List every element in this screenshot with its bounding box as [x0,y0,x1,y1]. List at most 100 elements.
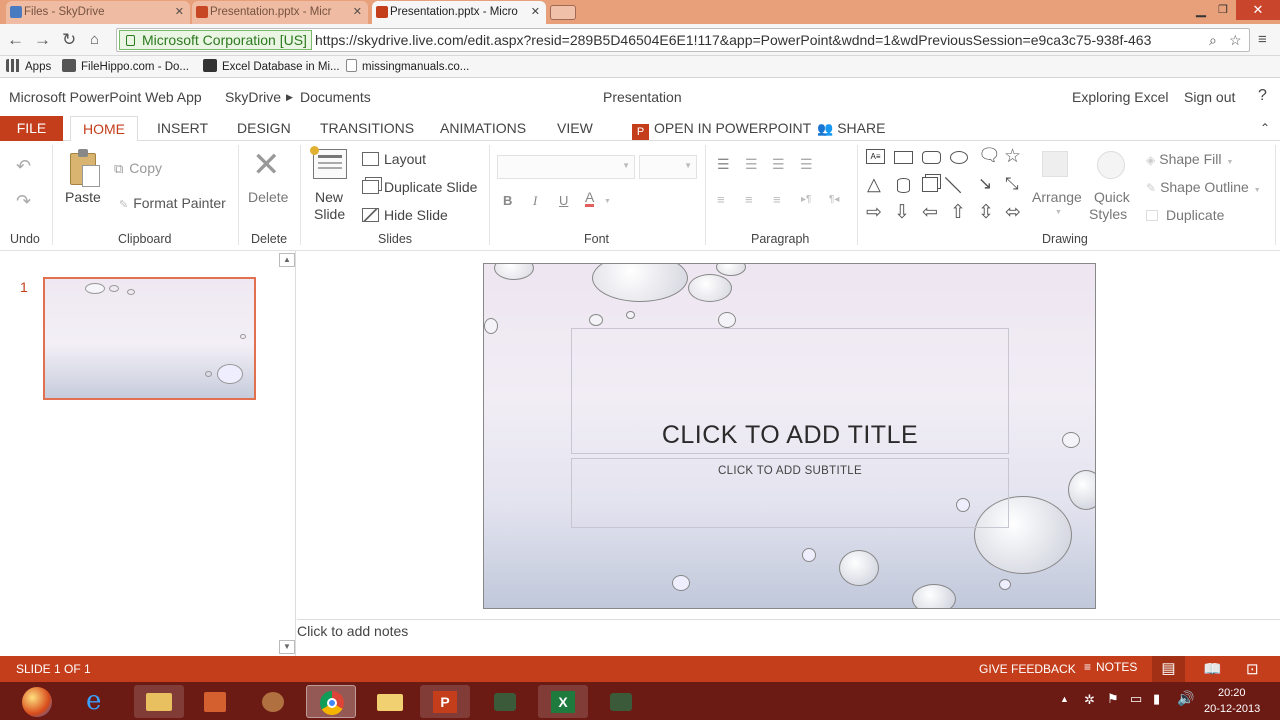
bookmark-missingmanuals[interactable]: missingmanuals.co... [346,59,469,73]
up-arrow-shape-icon[interactable]: ⇧ [950,201,966,224]
network-tray-icon[interactable]: ✲ [1084,692,1095,708]
chevron-down-icon[interactable]: ▼ [604,198,611,205]
underline-button[interactable]: U [559,193,568,208]
delete-x-icon[interactable]: ✕ [252,145,281,185]
down-arrow-shape-icon[interactable]: ⇩ [894,201,910,224]
bookmark-excel-database[interactable]: Excel Database in Mi... [203,59,340,73]
scroll-down-icon[interactable]: ▼ [279,640,295,654]
internet-explorer-icon[interactable]: e [86,686,101,716]
editing-view-icon[interactable]: ▤ [1152,656,1185,682]
slide-thumbnail[interactable] [43,277,256,400]
signal-tray-icon[interactable]: ▮ [1153,691,1160,707]
rounded-rectangle-shape-icon[interactable] [922,151,941,164]
arrange-icon[interactable] [1042,151,1068,177]
app-taskbar-icon[interactable] [190,685,240,718]
start-button-icon[interactable] [22,687,52,717]
minimize-icon[interactable]: ▁ [1196,2,1206,18]
oval-shape-icon[interactable] [950,151,968,164]
display-tray-icon[interactable]: ▭ [1130,691,1142,707]
home-icon[interactable]: ⌂ [90,31,99,48]
window-close-button[interactable]: ✕ [1236,0,1280,20]
cube-shape-icon[interactable] [922,177,938,192]
close-tab-icon[interactable]: ✕ [175,5,184,18]
slideshow-icon[interactable]: ⊡ [1246,660,1259,678]
bold-button[interactable]: B [503,193,512,208]
font-color-button[interactable]: A [585,190,595,207]
quick-styles-label-1[interactable]: Quick [1094,189,1130,205]
right-arrow-shape-icon[interactable]: ⇨ [866,201,882,224]
scroll-up-icon[interactable]: ▲ [279,253,295,267]
close-tab-icon[interactable]: ✕ [531,5,540,18]
copy-button[interactable]: ⧉ Copy [114,160,162,177]
decrease-indent-icon[interactable]: ☰ [772,156,785,173]
maximize-icon[interactable]: ❐ [1218,3,1228,16]
forward-icon[interactable]: → [34,30,51,50]
redo-icon[interactable]: ↷ [16,191,31,212]
duplicate-slide-button[interactable]: Duplicate Slide [362,179,477,195]
app-taskbar-icon[interactable] [596,685,646,718]
double-arrow-line-shape-icon[interactable]: ⤡ [1005,174,1019,194]
align-left-icon[interactable]: ≡ [717,192,725,207]
browser-tab[interactable]: Files - SkyDrive ✕ [6,1,190,24]
collapse-ribbon-icon[interactable]: ⌃ [1260,121,1270,135]
tab-file[interactable]: FILE [0,116,63,141]
left-arrow-shape-icon[interactable]: ⇦ [922,201,938,224]
bookmark-filehippo[interactable]: FileHippo.com - Do... [62,59,189,73]
reading-view-icon[interactable]: 📖 [1203,660,1222,678]
can-shape-icon[interactable] [897,178,910,193]
app-taskbar-icon[interactable] [480,685,530,718]
notes-toggle-button[interactable]: ≡ NOTES [1084,660,1137,674]
textbox-shape-icon[interactable]: A≡ [866,149,885,164]
shape-outline-button[interactable]: ✎ Shape Outline ▼ [1146,179,1261,195]
help-icon[interactable]: ? [1258,87,1267,105]
star-icon[interactable]: ☆ [1229,32,1242,49]
browser-tab-active[interactable]: Presentation.pptx - Micro ✕ [372,1,546,24]
slide[interactable]: CLICK TO ADD TITLE CLICK TO ADD SUBTITLE [483,263,1096,609]
left-right-arrow-shape-icon[interactable]: ⬄ [1005,201,1021,224]
rtl-icon[interactable]: ¶◂ [829,194,839,205]
callout-shape-icon[interactable]: 🗨 [978,145,1001,166]
new-slide-label-1[interactable]: New [315,189,343,205]
new-tab-button[interactable] [550,5,576,20]
hide-slide-button[interactable]: Hide Slide [362,207,448,223]
reload-icon[interactable]: ↻ [62,30,76,50]
bookmark-apps[interactable]: Apps [6,59,51,73]
close-tab-icon[interactable]: ✕ [353,5,362,18]
triangle-shape-icon[interactable]: △ [867,174,881,195]
powerpoint-taskbar-icon[interactable]: P [420,685,470,718]
share-button[interactable]: 👥 SHARE [817,120,885,137]
paste-button[interactable] [66,149,104,189]
format-painter-button[interactable]: ✎ Format Painter [119,195,226,211]
flag-tray-icon[interactable]: ⚑ [1107,691,1119,707]
search-icon[interactable]: ⌕ [1209,32,1217,49]
duplicate-shape-button[interactable]: Duplicate [1146,207,1224,223]
browser-tab[interactable]: Presentation.pptx - Micr ✕ [192,1,368,24]
new-slide-label-2[interactable]: Slide [314,206,345,222]
app-taskbar-icon[interactable] [248,685,298,718]
ltr-icon[interactable]: ▸¶ [801,194,811,205]
ev-certificate-badge[interactable]: Microsoft Corporation [US] [119,30,312,50]
new-slide-icon[interactable] [310,146,347,179]
title-placeholder[interactable]: CLICK TO ADD TITLE [571,328,1009,454]
tab-animations[interactable]: ANIMATIONS [440,120,526,136]
back-icon[interactable]: ← [7,30,24,50]
arrow-line-shape-icon[interactable]: ↘ [978,174,992,194]
star-shape-icon[interactable]: ☆ [1004,145,1021,168]
italic-button[interactable]: I [533,193,537,209]
explorer-taskbar-icon[interactable] [134,685,184,718]
document-title[interactable]: Presentation [603,89,682,105]
app-name[interactable]: Microsoft PowerPoint Web App [9,89,202,105]
layout-button[interactable]: Layout [362,151,426,167]
tab-view[interactable]: VIEW [557,120,593,136]
bullets-icon[interactable]: ☰ [717,156,730,173]
undo-icon[interactable]: ↶ [16,156,31,177]
font-size-select[interactable]: ▼ [639,155,697,179]
clock-time[interactable]: 20:20 [1218,687,1246,699]
tab-home[interactable]: HOME [70,116,138,142]
chevron-down-icon[interactable]: ▼ [1055,209,1062,216]
address-bar[interactable]: Microsoft Corporation [US] https://skydr… [116,28,1250,52]
show-hidden-icons-icon[interactable]: ▲ [1060,694,1069,704]
chrome-taskbar-icon[interactable] [306,685,356,718]
folder-taskbar-icon[interactable] [364,685,414,718]
paste-label[interactable]: Paste [65,189,101,205]
